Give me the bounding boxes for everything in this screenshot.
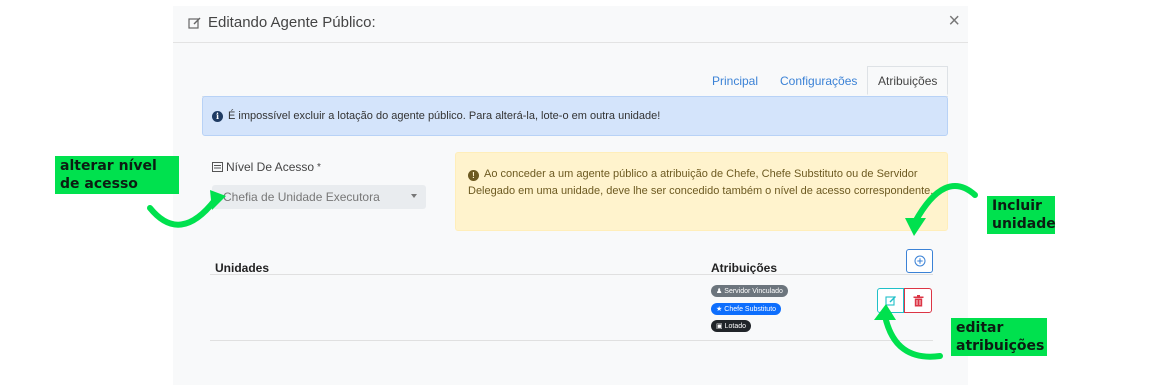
arrow-to-select — [147, 197, 218, 228]
arrow-to-edit — [882, 313, 943, 360]
arrow-to-add — [912, 183, 978, 225]
annotation-arrows — [147, 183, 978, 360]
arrowhead-edit — [874, 304, 896, 320]
arrowhead-select — [210, 190, 226, 210]
arrowhead-add — [905, 218, 926, 236]
